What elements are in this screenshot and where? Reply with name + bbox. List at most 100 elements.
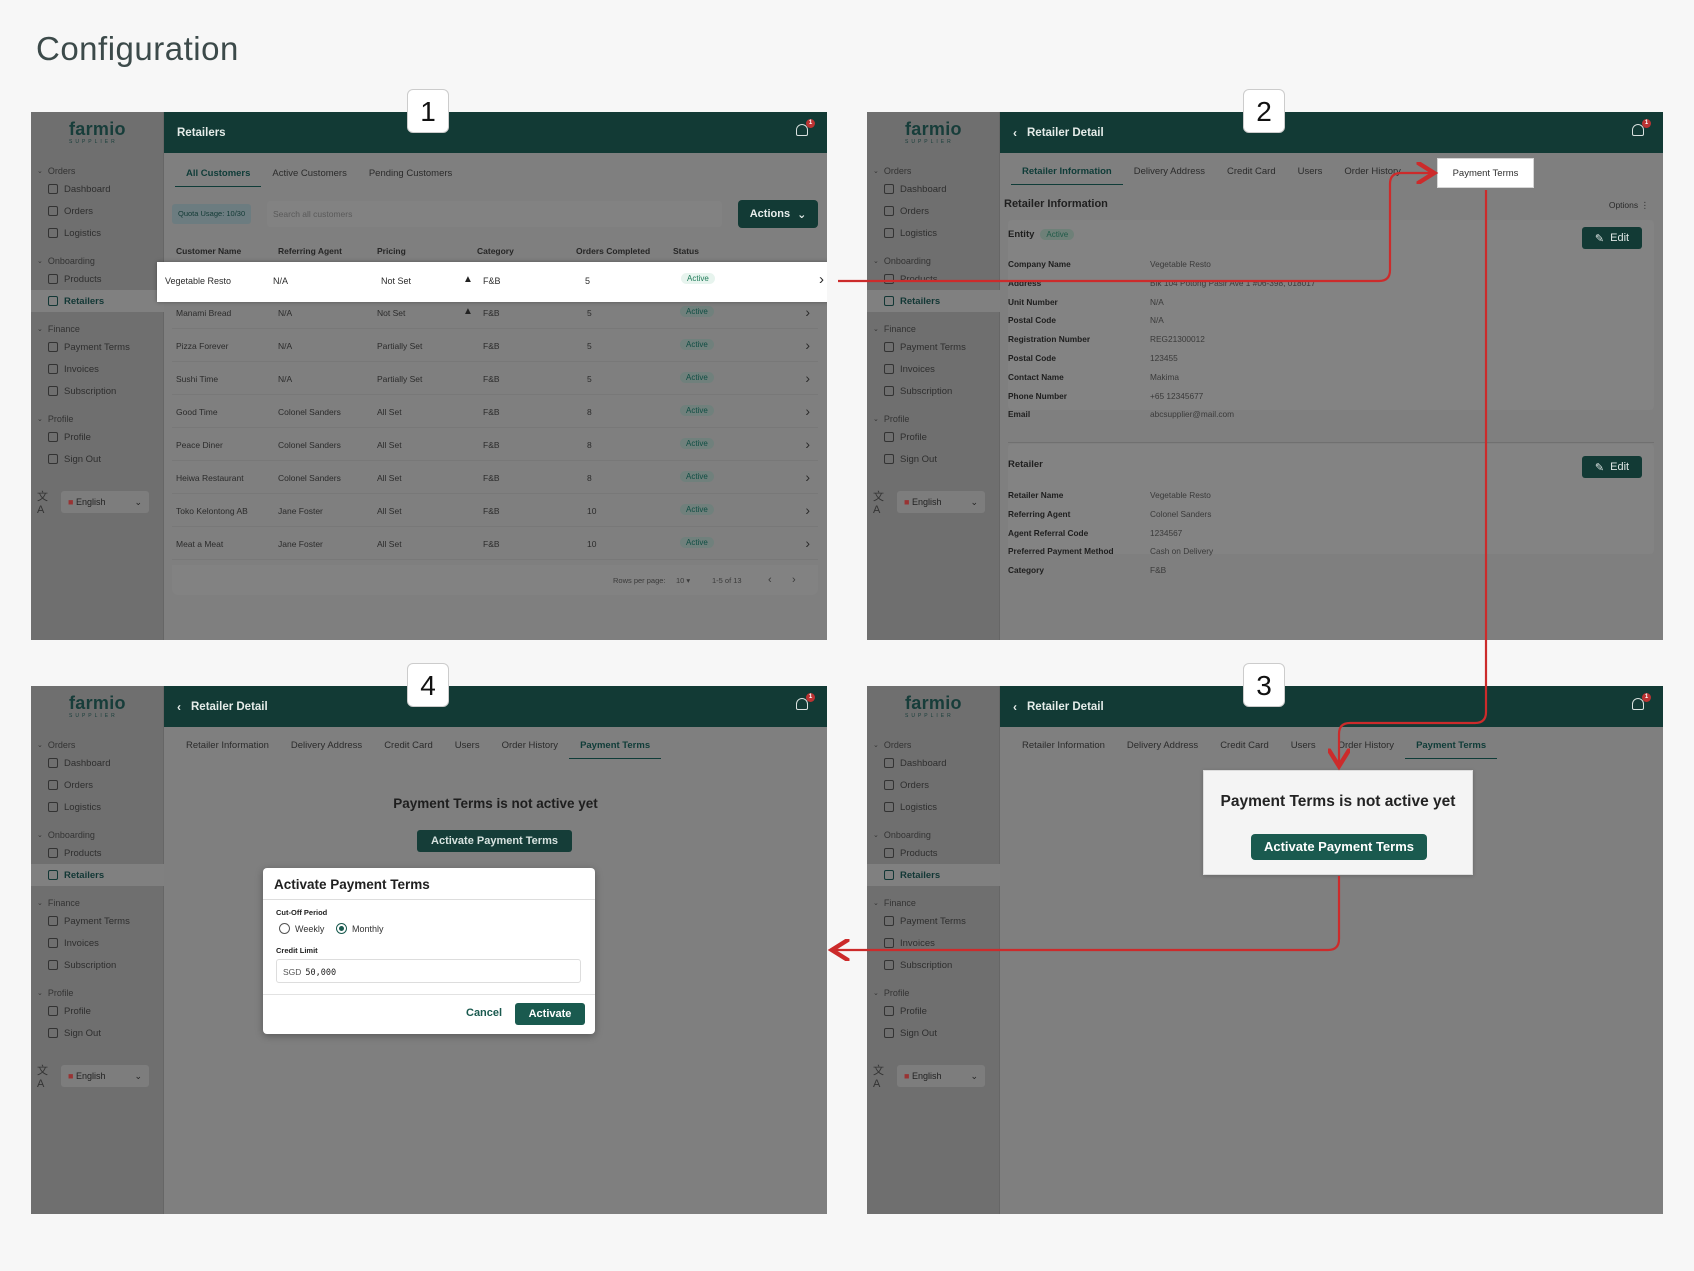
sidebar-item-invoices[interactable]: Invoices xyxy=(873,358,966,380)
sidebar-item-profile[interactable]: Profile xyxy=(37,426,101,448)
search-input[interactable]: Search all customers xyxy=(267,201,722,227)
sidebar-item-retailers[interactable]: Retailers xyxy=(867,864,1000,886)
language-selector[interactable]: 文A ■ English ⌄ xyxy=(37,488,157,516)
tab-delivery-address[interactable]: Delivery Address xyxy=(1116,739,1209,759)
table-row[interactable]: Good Time Colonel Sanders All Set F&B 8 … xyxy=(172,395,818,428)
sidebar-item-logistics[interactable]: Logistics xyxy=(873,222,946,244)
table-row[interactable]: Meat a Meat Jane Foster All Set F&B 10 A… xyxy=(172,527,818,560)
tab-users[interactable]: Users xyxy=(444,739,491,759)
sidebar-item-logistics[interactable]: Logistics xyxy=(37,796,110,818)
tab-retailer-information[interactable]: Retailer Information xyxy=(1011,165,1123,185)
chevron-right-icon[interactable]: › xyxy=(805,469,810,485)
activate-payment-terms-button[interactable]: Activate Payment Terms xyxy=(1251,834,1427,860)
tab-users[interactable]: Users xyxy=(1280,739,1327,759)
rows-per-page-select[interactable]: 10 ▾ xyxy=(676,576,690,585)
language-selector[interactable]: 文A ■ English ⌄ xyxy=(873,1062,993,1090)
options-menu[interactable]: Options ⋮ xyxy=(1609,200,1649,211)
sidebar-item-products[interactable]: Products xyxy=(37,268,164,290)
activate-payment-terms-button[interactable]: Activate Payment Terms xyxy=(417,830,572,852)
sidebar-item-invoices[interactable]: Invoices xyxy=(37,358,130,380)
cancel-button[interactable]: Cancel xyxy=(466,1007,502,1019)
sidebar-item-payment-terms[interactable]: Payment Terms xyxy=(37,336,130,358)
tab-all-customers[interactable]: All Customers xyxy=(175,167,262,187)
sidebar-item-payment-terms[interactable]: Payment Terms xyxy=(873,910,966,932)
chevron-right-icon[interactable]: › xyxy=(805,304,810,320)
sidebar-item-orders[interactable]: Orders xyxy=(37,774,110,796)
sidebar-item-products[interactable]: Products xyxy=(873,268,1000,290)
tab-payment-terms[interactable]: Payment Terms xyxy=(1405,739,1498,759)
table-row[interactable]: Toko Kelontong AB Jane Foster All Set F&… xyxy=(172,494,818,527)
actions-button[interactable]: Actions ⌄ xyxy=(738,200,818,228)
sidebar-item-orders[interactable]: Orders xyxy=(37,200,110,222)
bell-icon[interactable]: 1 xyxy=(1632,693,1651,714)
sidebar-item-orders[interactable]: Orders xyxy=(873,200,946,222)
sidebar-item-orders[interactable]: Orders xyxy=(873,774,946,796)
sidebar-item-dashboard[interactable]: Dashboard xyxy=(37,178,110,200)
chevron-right-icon[interactable]: › xyxy=(805,502,810,518)
sidebar-item-logistics[interactable]: Logistics xyxy=(873,796,946,818)
tab-delivery-address[interactable]: Delivery Address xyxy=(280,739,373,759)
radio-monthly[interactable]: Monthly xyxy=(336,923,384,934)
sidebar-item-profile[interactable]: Profile xyxy=(873,426,937,448)
chevron-right-icon[interactable]: › xyxy=(805,535,810,551)
tab-retailer-information[interactable]: Retailer Information xyxy=(1011,739,1116,759)
bell-icon[interactable]: 1 xyxy=(796,693,815,714)
tab-order-history[interactable]: Order History xyxy=(1327,739,1405,759)
sidebar-item-sign-out[interactable]: Sign Out xyxy=(37,1022,101,1044)
sidebar-item-retailers[interactable]: Retailers xyxy=(867,290,1000,312)
chevron-right-icon[interactable]: › xyxy=(819,271,824,288)
chevron-right-icon[interactable]: › xyxy=(805,436,810,452)
chevron-right-icon[interactable]: › xyxy=(805,403,810,419)
table-row[interactable]: Pizza Forever N/A Partially Set F&B 5 Ac… xyxy=(172,329,818,362)
sidebar-item-logistics[interactable]: Logistics xyxy=(37,222,110,244)
back-icon[interactable]: ‹ xyxy=(1013,126,1017,140)
sidebar-item-profile[interactable]: Profile xyxy=(873,1000,937,1022)
next-page-icon[interactable]: › xyxy=(792,574,796,586)
bell-icon[interactable]: 1 xyxy=(796,119,815,140)
tab-users[interactable]: Users xyxy=(1287,165,1334,185)
sidebar-item-dashboard[interactable]: Dashboard xyxy=(873,178,946,200)
tab-delivery-address[interactable]: Delivery Address xyxy=(1123,165,1216,185)
chevron-right-icon[interactable]: › xyxy=(805,337,810,353)
tab-order-history[interactable]: Order History xyxy=(1333,165,1411,185)
highlighted-row-vegetable-resto[interactable]: Vegetable Resto N/A Not Set ▲ F&B 5 Acti… xyxy=(157,262,827,302)
sidebar-item-subscription[interactable]: Subscription xyxy=(37,380,130,402)
tab-payment-terms-highlight[interactable]: Payment Terms xyxy=(1437,158,1534,188)
sidebar-item-sign-out[interactable]: Sign Out xyxy=(873,1022,937,1044)
sidebar-item-payment-terms[interactable]: Payment Terms xyxy=(37,910,130,932)
sidebar-item-dashboard[interactable]: Dashboard xyxy=(873,752,946,774)
sidebar-item-invoices[interactable]: Invoices xyxy=(37,932,130,954)
sidebar-item-subscription[interactable]: Subscription xyxy=(873,380,966,402)
table-row[interactable]: Heiwa Restaurant Colonel Sanders All Set… xyxy=(172,461,818,494)
tab-credit-card[interactable]: Credit Card xyxy=(1209,739,1280,759)
tab-pending-customers[interactable]: Pending Customers xyxy=(358,167,463,187)
back-icon[interactable]: ‹ xyxy=(1013,700,1017,714)
language-selector[interactable]: 文A ■ English ⌄ xyxy=(873,488,993,516)
sidebar-item-products[interactable]: Products xyxy=(873,842,1000,864)
sidebar-item-payment-terms[interactable]: Payment Terms xyxy=(873,336,966,358)
table-row[interactable]: Sushi Time N/A Partially Set F&B 5 Activ… xyxy=(172,362,818,395)
tab-payment-terms[interactable]: Payment Terms xyxy=(569,739,662,759)
language-selector[interactable]: 文A ■ English ⌄ xyxy=(37,1062,157,1090)
back-icon[interactable]: ‹ xyxy=(177,700,181,714)
edit-retailer-button[interactable]: ✎ Edit xyxy=(1582,456,1642,478)
sidebar-item-dashboard[interactable]: Dashboard xyxy=(37,752,110,774)
sidebar-item-subscription[interactable]: Subscription xyxy=(37,954,130,976)
edit-entity-button[interactable]: ✎ Edit xyxy=(1582,227,1642,249)
tab-credit-card[interactable]: Credit Card xyxy=(373,739,444,759)
bell-icon[interactable]: 1 xyxy=(1632,119,1651,140)
radio-weekly[interactable]: Weekly xyxy=(279,923,324,934)
sidebar-item-retailers[interactable]: Retailers xyxy=(31,864,164,886)
sidebar-item-products[interactable]: Products xyxy=(37,842,164,864)
prev-page-icon[interactable]: ‹ xyxy=(768,574,772,586)
sidebar-item-profile[interactable]: Profile xyxy=(37,1000,101,1022)
sidebar-item-subscription[interactable]: Subscription xyxy=(873,954,966,976)
activate-button[interactable]: Activate xyxy=(515,1003,585,1025)
tab-active-customers[interactable]: Active Customers xyxy=(261,167,357,187)
table-row[interactable]: Peace Diner Colonel Sanders All Set F&B … xyxy=(172,428,818,461)
sidebar-item-sign-out[interactable]: Sign Out xyxy=(873,448,937,470)
sidebar-item-invoices[interactable]: Invoices xyxy=(873,932,966,954)
tab-credit-card[interactable]: Credit Card xyxy=(1216,165,1287,185)
tab-order-history[interactable]: Order History xyxy=(491,739,569,759)
sidebar-item-sign-out[interactable]: Sign Out xyxy=(37,448,101,470)
